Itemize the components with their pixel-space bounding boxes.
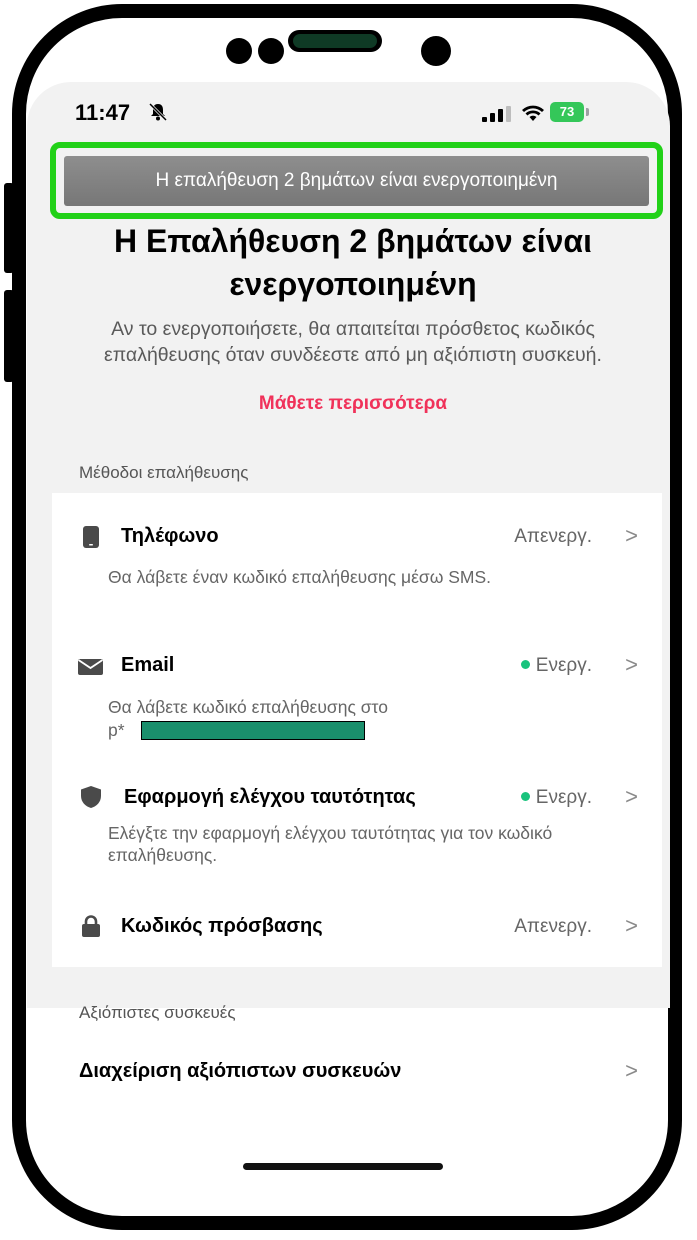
bell-muted-icon [148,102,168,122]
method-title: Τηλέφωνο [121,525,219,547]
learn-more-link[interactable]: Μάθετε περισσότερα [80,392,626,416]
status-time: 11:47 [75,100,131,125]
chevron-right-icon: > [625,1058,638,1083]
battery-indicator: 73 [550,102,584,122]
active-status-dot [520,792,530,801]
chevron-right-icon: > [625,652,638,677]
speaker-grille [288,30,382,52]
chevron-right-icon: > [625,523,638,548]
wifi-icon [522,105,544,121]
chevron-right-icon: > [625,784,638,809]
method-row-authenticator[interactable]: Εφαρμογή ελέγχου ταυτότητας Ενεργ. > Ελέ… [52,763,662,888]
method-title: Εφαρμογή ελέγχου ταυτότητας [124,786,416,808]
method-description: Ελέγξτε την εφαρμογή ελέγχου ταυτότητας … [108,823,553,865]
trusted-section-label: Αξιόπιστες συσκευές [79,1003,236,1022]
camera-dot [226,38,252,64]
method-description: Θα λάβετε κωδικό επαλήθευσης στο [108,697,388,717]
method-status-text: Ενεργ. [535,787,592,808]
camera-dot [258,38,284,64]
page-title: Η Επαλήθευση 2 βημάτων είναι ενεργοποιημ… [114,223,592,302]
methods-card: Τηλέφωνο Απενεργ. > Θα λάβετε έναν κωδικ… [52,493,662,967]
shield-icon [81,786,101,808]
page-description: Αν το ενεργοποιήσετε, θα απαιτείται πρόσ… [104,318,602,366]
active-status-dot [520,660,530,669]
redacted-email [141,721,365,740]
mail-icon [78,659,103,675]
method-status-text: Ενεργ. [535,655,592,676]
method-title: Email [121,654,175,676]
front-camera [421,36,451,66]
methods-section-label: Μέθοδοι επαλήθευσης [79,463,249,482]
method-title: Κωδικός πρόσβασης [121,915,323,937]
signal-icon [482,106,511,122]
method-row-phone[interactable]: Τηλέφωνο Απενεργ. > Θα λάβετε έναν κωδικ… [52,493,662,633]
method-status: Ενεργ. [520,655,592,677]
manage-trusted-devices-label: Διαχείριση αξιόπιστων συσκευών [79,1060,402,1082]
manage-trusted-devices-row[interactable]: Διαχείριση αξιόπιστων συσκευών > [52,1031,662,1113]
method-status: Απενεργ. [514,526,592,547]
chevron-right-icon: > [625,913,638,938]
method-description: Θα λάβετε έναν κωδικό επαλήθευσης μέσω S… [108,567,492,587]
lock-icon [82,915,100,937]
method-status: Απενεργ. [514,916,592,937]
battery-tip [586,108,589,116]
highlight-outline [50,142,663,219]
home-indicator[interactable] [243,1163,443,1170]
method-row-password[interactable]: Κωδικός πρόσβασης Απενεργ. > [52,888,662,967]
trusted-devices-card: Διαχείριση αξιόπιστων συσκευών > [52,1031,662,1113]
method-row-email[interactable]: Email Ενεργ. > Θα λάβετε κωδικό επαλήθευ… [52,633,662,763]
phone-icon [83,526,99,548]
method-status: Ενεργ. [520,787,592,809]
